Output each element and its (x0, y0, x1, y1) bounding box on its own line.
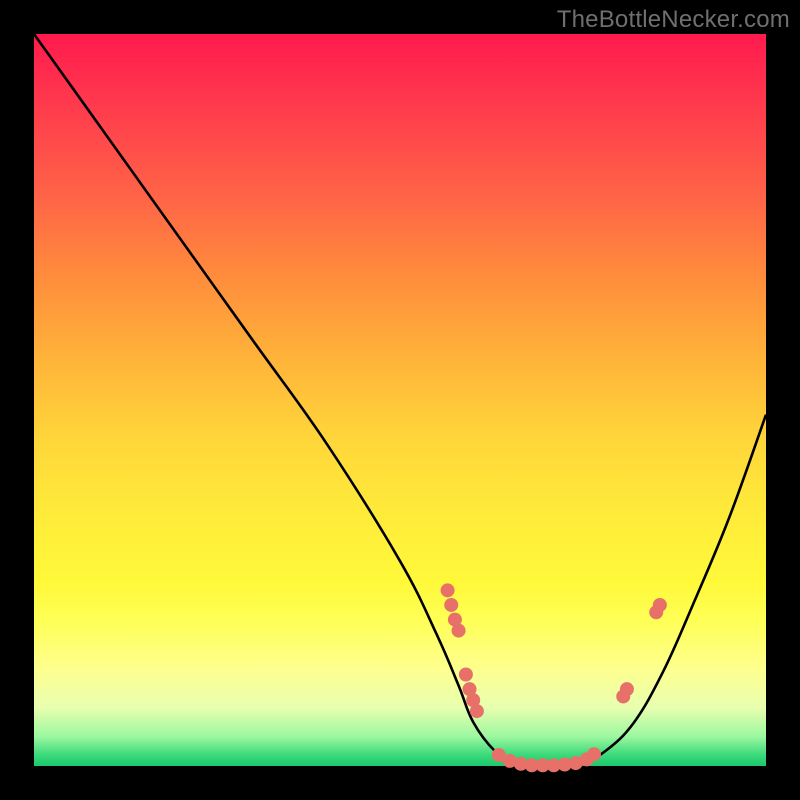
data-marker (444, 598, 458, 612)
data-marker (653, 598, 667, 612)
data-marker (587, 747, 601, 761)
data-marker (459, 668, 473, 682)
plot-area (34, 34, 766, 766)
chart-svg (34, 34, 766, 766)
data-marker (620, 682, 634, 696)
chart-frame: TheBottleNecker.com (0, 0, 800, 800)
data-marker (470, 704, 484, 718)
data-marker (452, 624, 466, 638)
watermark-text: TheBottleNecker.com (557, 6, 790, 34)
data-markers (441, 583, 667, 772)
data-marker (441, 583, 455, 597)
bottleneck-curve (34, 34, 766, 767)
